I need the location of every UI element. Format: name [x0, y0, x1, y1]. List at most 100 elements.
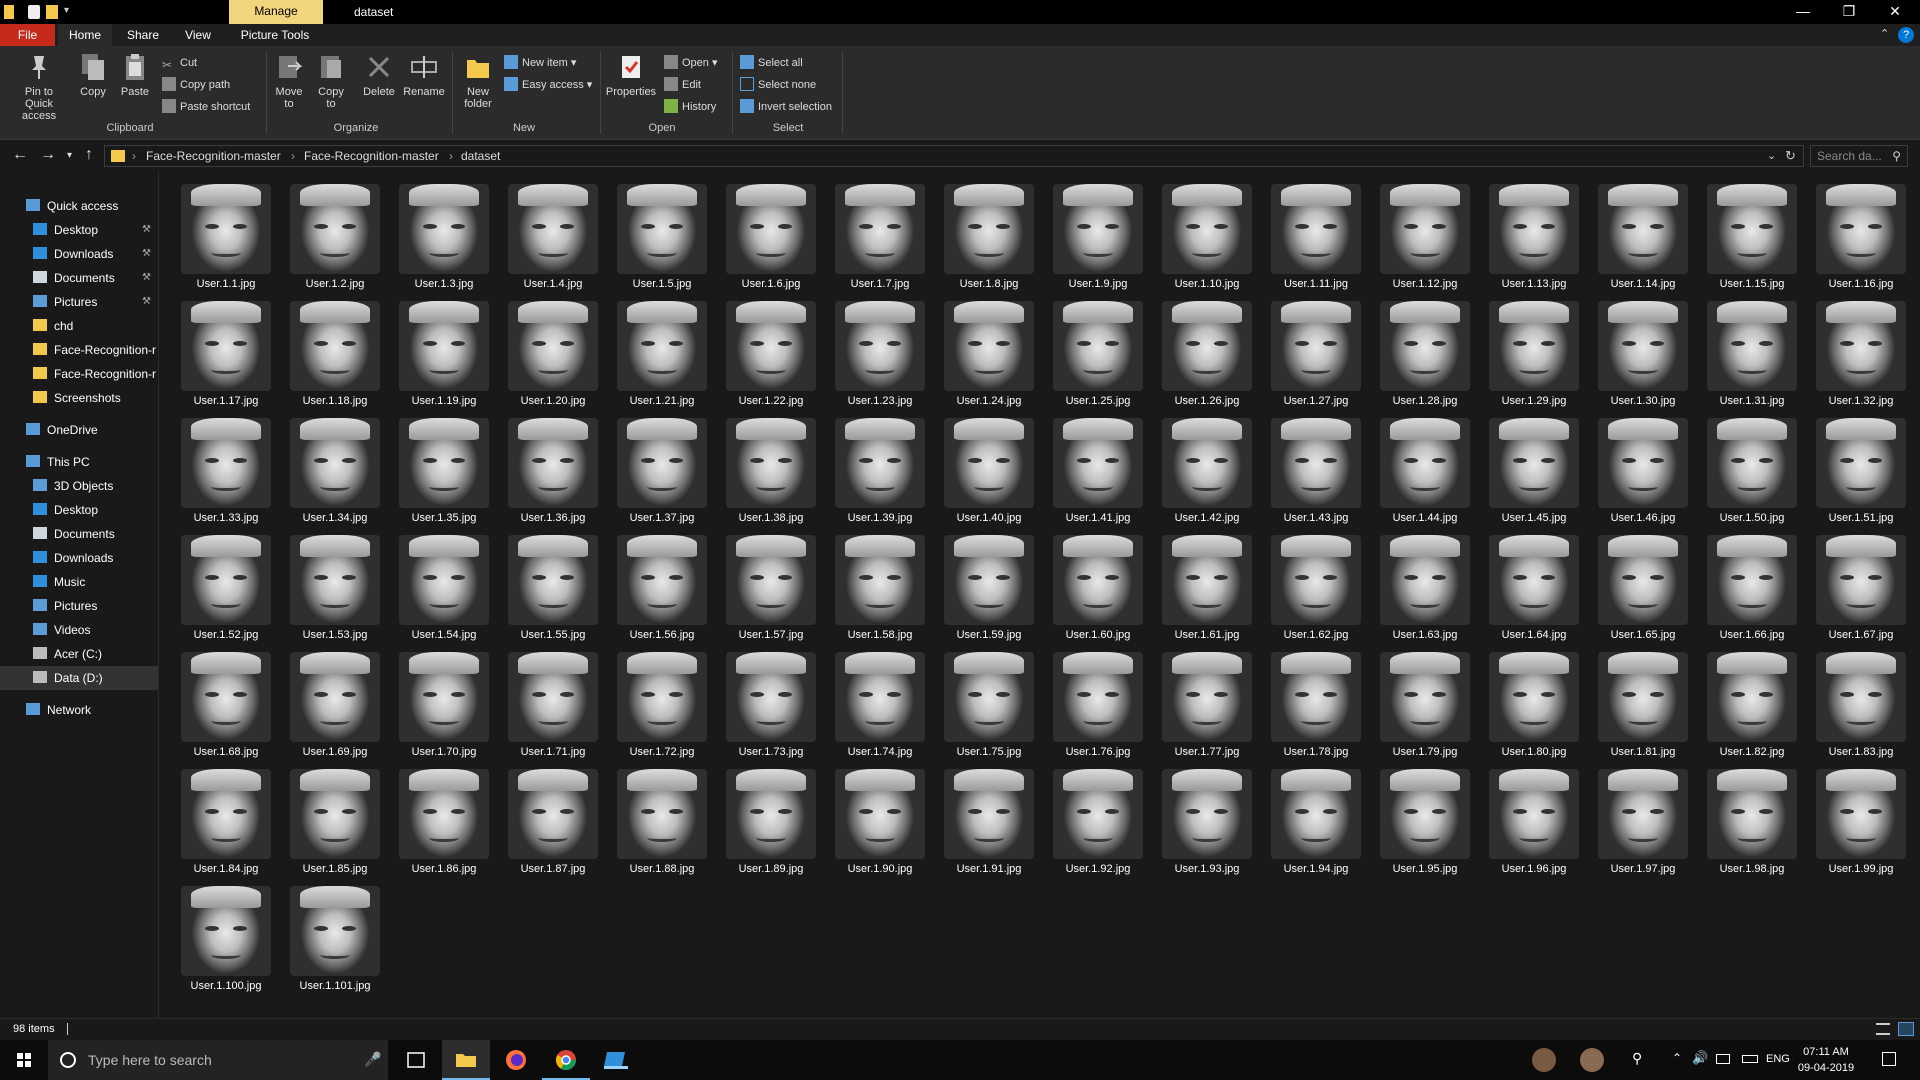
file-tile[interactable]: User.1.100.jpg [168, 880, 276, 992]
file-tile[interactable]: User.1.82.jpg [1694, 646, 1802, 758]
file-tile[interactable]: User.1.41.jpg [1040, 412, 1148, 524]
file-tile[interactable]: User.1.62.jpg [1258, 529, 1366, 641]
file-tile[interactable]: User.1.28.jpg [1367, 295, 1475, 407]
file-tile[interactable]: User.1.68.jpg [168, 646, 276, 758]
sidebar-item[interactable]: This PC [0, 450, 158, 474]
sidebar-item[interactable]: Face-Recognition-r [0, 338, 158, 362]
file-tile[interactable]: User.1.16.jpg [1803, 178, 1911, 290]
task-view-button[interactable] [392, 1040, 440, 1080]
file-tile[interactable]: User.1.84.jpg [168, 763, 276, 875]
sidebar-item[interactable]: Pictures [0, 594, 158, 618]
tab-picture-tools[interactable]: Picture Tools [232, 24, 318, 46]
easy-access-button[interactable]: Easy access ▾ [504, 76, 592, 94]
file-tile[interactable]: User.1.45.jpg [1476, 412, 1584, 524]
refresh-icon[interactable]: ↻ [1785, 148, 1796, 164]
sidebar-item[interactable]: Quick access [0, 194, 158, 218]
sidebar-item[interactable]: Downloads ⚒ [0, 242, 158, 266]
file-tile[interactable]: User.1.22.jpg [713, 295, 821, 407]
file-tile[interactable]: User.1.81.jpg [1585, 646, 1693, 758]
input-language[interactable]: ENG [1766, 1053, 1790, 1065]
file-tile[interactable]: User.1.2.jpg [277, 178, 385, 290]
file-tile[interactable]: User.1.17.jpg [168, 295, 276, 407]
start-button[interactable] [0, 1040, 48, 1080]
recent-locations-icon[interactable]: ▾ [67, 150, 72, 161]
tab-view[interactable]: View [175, 24, 221, 46]
new-item-button[interactable]: New item ▾ [504, 54, 576, 72]
file-tile[interactable]: User.1.30.jpg [1585, 295, 1693, 407]
file-tile[interactable]: User.1.32.jpg [1803, 295, 1911, 407]
file-tile[interactable]: User.1.23.jpg [822, 295, 930, 407]
customize-quick-access-icon[interactable]: ▾ [64, 5, 72, 19]
sidebar-item[interactable]: Music [0, 570, 158, 594]
minimize-button[interactable]: — [1780, 0, 1826, 24]
file-tile[interactable]: User.1.98.jpg [1694, 763, 1802, 875]
file-tile[interactable]: User.1.70.jpg [386, 646, 494, 758]
file-tile[interactable]: User.1.96.jpg [1476, 763, 1584, 875]
file-tile[interactable]: User.1.89.jpg [713, 763, 821, 875]
file-tile[interactable]: User.1.37.jpg [604, 412, 712, 524]
details-view-icon[interactable] [1876, 1023, 1890, 1035]
close-button[interactable]: ✕ [1872, 0, 1918, 24]
forward-icon[interactable]: → [40, 146, 56, 164]
new-folder-quick-icon[interactable] [46, 5, 58, 19]
history-button[interactable]: History [664, 98, 716, 116]
taskbar-search[interactable]: Type here to search 🎤 [48, 1040, 388, 1080]
file-tile[interactable]: User.1.56.jpg [604, 529, 712, 641]
minimize-ribbon-icon[interactable]: ⌃ [1880, 27, 1889, 40]
file-tile[interactable]: User.1.59.jpg [931, 529, 1039, 641]
file-tile[interactable]: User.1.54.jpg [386, 529, 494, 641]
breadcrumb-item[interactable]: Face-Recognition-master [304, 149, 439, 163]
invert-selection-button[interactable]: Invert selection [740, 98, 832, 116]
file-tile[interactable]: User.1.11.jpg [1258, 178, 1366, 290]
paste-button[interactable]: Paste [118, 52, 152, 98]
file-tile[interactable]: User.1.94.jpg [1258, 763, 1366, 875]
file-tile[interactable]: User.1.12.jpg [1367, 178, 1475, 290]
file-tile[interactable]: User.1.57.jpg [713, 529, 821, 641]
restore-button[interactable]: ❐ [1826, 0, 1872, 24]
file-tile[interactable]: User.1.69.jpg [277, 646, 385, 758]
file-tile[interactable]: User.1.38.jpg [713, 412, 821, 524]
sidebar-item[interactable]: OneDrive [0, 418, 158, 442]
file-tile[interactable]: User.1.87.jpg [495, 763, 603, 875]
battery-icon[interactable] [1742, 1055, 1758, 1063]
select-none-button[interactable]: Select none [740, 76, 816, 94]
sidebar-item[interactable]: chd [0, 314, 158, 338]
back-icon[interactable]: ← [12, 146, 28, 164]
sidebar-item[interactable]: Videos [0, 618, 158, 642]
breadcrumb-item[interactable]: dataset [461, 149, 500, 163]
copy-path-button[interactable]: Copy path [162, 76, 230, 94]
file-tile[interactable]: User.1.88.jpg [604, 763, 712, 875]
file-tile[interactable]: User.1.33.jpg [168, 412, 276, 524]
file-tile[interactable]: User.1.90.jpg [822, 763, 930, 875]
network-tray-icon[interactable] [1716, 1054, 1730, 1064]
large-icons-view-icon[interactable] [1898, 1022, 1914, 1036]
search-input[interactable]: Search da... ⚲ [1810, 145, 1908, 167]
file-tile[interactable]: User.1.55.jpg [495, 529, 603, 641]
file-tile[interactable]: User.1.86.jpg [386, 763, 494, 875]
file-tile[interactable]: User.1.65.jpg [1585, 529, 1693, 641]
delete-button[interactable]: Delete [358, 52, 400, 98]
file-tile[interactable]: User.1.95.jpg [1367, 763, 1475, 875]
file-tile[interactable]: User.1.15.jpg [1694, 178, 1802, 290]
new-folder-button[interactable]: New folder [456, 52, 500, 110]
file-tile[interactable]: User.1.18.jpg [277, 295, 385, 407]
sidebar-item[interactable]: Network [0, 698, 158, 722]
file-tile[interactable]: User.1.20.jpg [495, 295, 603, 407]
file-tile[interactable]: User.1.5.jpg [604, 178, 712, 290]
volume-icon[interactable]: 🔊 [1692, 1050, 1708, 1066]
clock[interactable]: 07:11 AM 09-04-2019 [1794, 1044, 1858, 1076]
file-explorer-taskbar-button[interactable] [442, 1040, 490, 1080]
file-tile[interactable]: User.1.10.jpg [1149, 178, 1257, 290]
people-avatar[interactable] [1532, 1048, 1556, 1072]
properties-quick-icon[interactable] [28, 5, 40, 19]
file-tile[interactable]: User.1.13.jpg [1476, 178, 1584, 290]
up-icon[interactable]: ↑ [85, 146, 93, 164]
file-tile[interactable]: User.1.42.jpg [1149, 412, 1257, 524]
notifications-icon[interactable] [1882, 1052, 1896, 1066]
file-tile[interactable]: User.1.52.jpg [168, 529, 276, 641]
cut-button[interactable]: ✂ Cut [162, 54, 197, 72]
file-tile[interactable]: User.1.72.jpg [604, 646, 712, 758]
sidebar-item[interactable]: Desktop [0, 498, 158, 522]
breadcrumb-item[interactable]: Face-Recognition-master [146, 149, 281, 163]
help-icon[interactable]: ? [1898, 27, 1914, 43]
